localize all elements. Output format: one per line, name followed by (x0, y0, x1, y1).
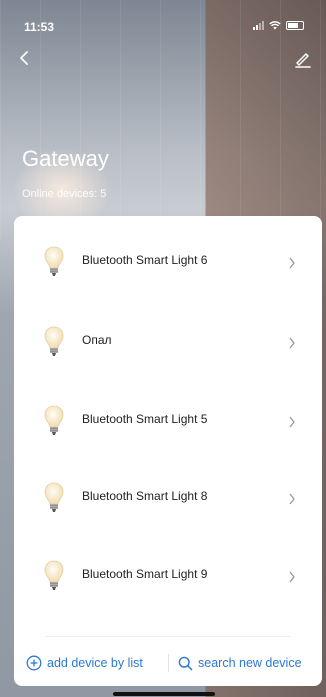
chevron-right-icon (289, 493, 295, 505)
back-button[interactable] (14, 47, 36, 69)
divider (46, 636, 290, 637)
bulb-icon (44, 482, 64, 512)
edit-button[interactable] (292, 48, 314, 70)
device-item[interactable]: Bluetooth Smart Light 8 (14, 467, 322, 527)
chevron-right-icon (289, 416, 295, 428)
device-name: Bluetooth Smart Light 6 (82, 253, 208, 267)
chevron-right-icon (289, 571, 295, 583)
battery-icon (286, 21, 304, 30)
bulb-icon (44, 326, 64, 356)
chevron-right-icon (289, 257, 295, 269)
signal-icon (253, 21, 264, 30)
add-circle-icon (26, 655, 42, 671)
edit-icon (295, 53, 311, 68)
page-title: Gateway (22, 146, 109, 171)
device-name: Опал (82, 333, 112, 347)
device-list-card: Bluetooth Smart Light 6 Опал Bluetooth S… (14, 216, 322, 686)
search-device-label: search new device (198, 656, 302, 670)
online-devices-count: Online devices: 5 (22, 188, 107, 200)
action-separator (168, 654, 169, 672)
chevron-right-icon (289, 337, 295, 349)
status-time: 11:53 (24, 20, 55, 34)
bulb-icon (44, 560, 64, 590)
device-item[interactable]: Bluetooth Smart Light 6 (14, 231, 322, 291)
device-item[interactable]: Bluetooth Smart Light 5 (14, 390, 322, 450)
add-device-label: add device by list (47, 656, 143, 670)
device-item[interactable]: Bluetooth Smart Light 9 (14, 545, 322, 605)
status-bar: 11:53 (0, 0, 326, 44)
status-icons (253, 21, 304, 30)
wifi-icon (269, 21, 281, 30)
search-icon (178, 656, 193, 670)
device-item[interactable]: Опал (14, 311, 322, 371)
bulb-icon (44, 246, 64, 276)
device-name: Bluetooth Smart Light 9 (82, 567, 208, 581)
back-icon (20, 51, 28, 65)
home-indicator (113, 692, 215, 696)
device-name: Bluetooth Smart Light 5 (82, 412, 208, 426)
action-bar: add device by list search new device (14, 648, 322, 678)
device-name: Bluetooth Smart Light 8 (82, 489, 208, 503)
add-device-by-list-button[interactable]: add device by list (26, 655, 143, 671)
search-new-device-button[interactable]: search new device (178, 656, 302, 671)
bulb-icon (44, 405, 64, 435)
